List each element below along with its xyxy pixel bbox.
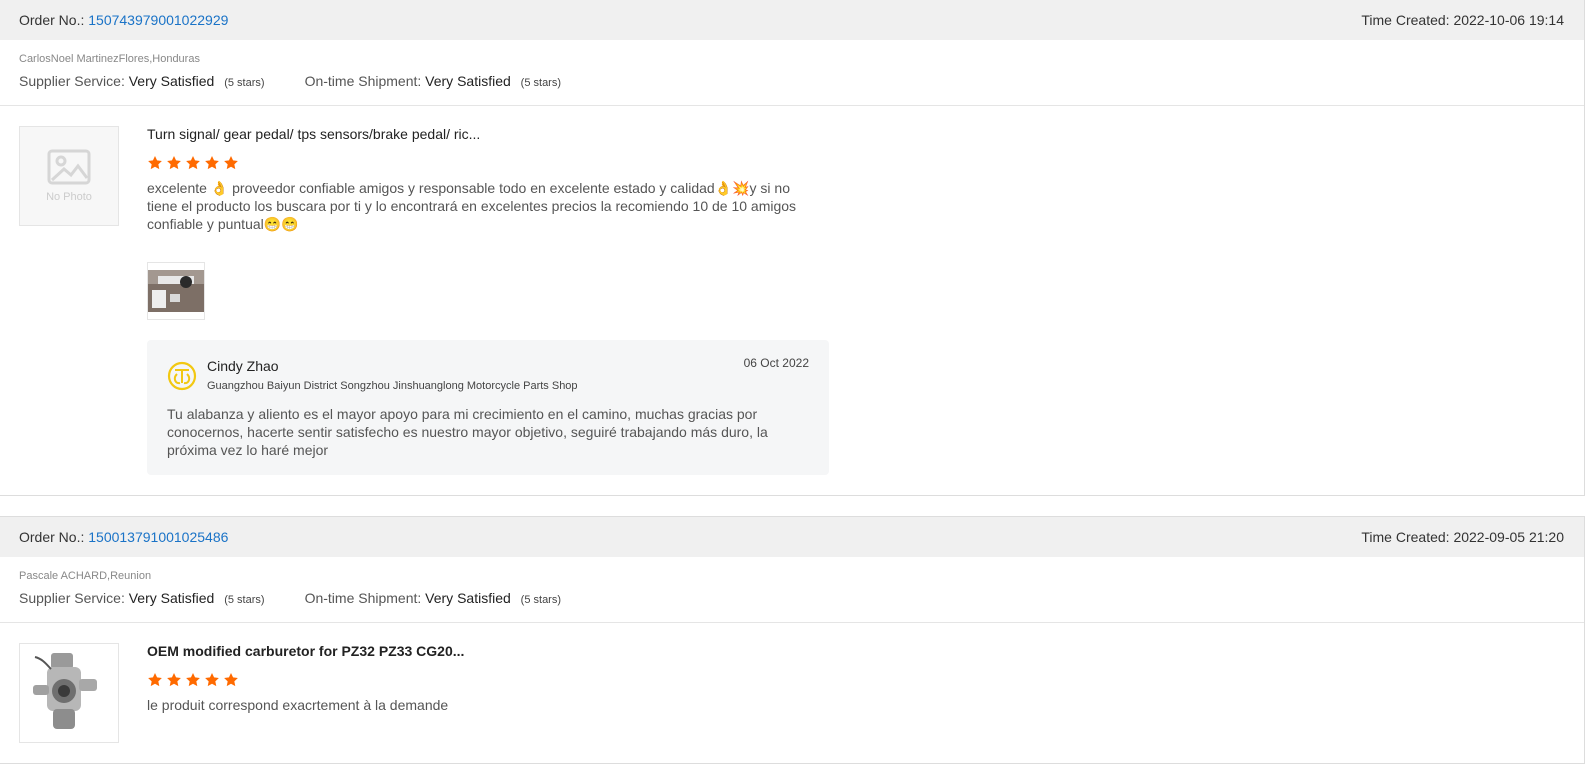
reply-header: Cindy Zhao Guangzhou Baiyun District Son… xyxy=(167,356,809,392)
star-icon xyxy=(224,673,238,687)
shipment-stars: (5 stars) xyxy=(520,594,562,606)
reply-text: Tu alabanza y aliento es el mayor apoyo … xyxy=(167,406,768,458)
star-icon xyxy=(205,156,219,170)
star-icon xyxy=(148,673,162,687)
shipment-label: On-time Shipment: xyxy=(304,590,422,606)
carburetor-photo xyxy=(21,645,117,741)
shipment-rating: On-time Shipment: Very Satisfied (5 star… xyxy=(305,590,561,606)
supplier-service-rating: Supplier Service: Very Satisfied (5 star… xyxy=(19,590,265,606)
buyer-section: Pascale ACHARD,Reunion Supplier Service:… xyxy=(0,557,1584,623)
order-header: Order No.: 150743979001022929 Time Creat… xyxy=(0,0,1584,40)
no-photo-icon xyxy=(47,149,91,185)
order-header: Order No.: 150013791001025486 Time Creat… xyxy=(0,517,1584,557)
order-number-link[interactable]: 150013791001025486 xyxy=(88,529,228,545)
ratings-row: Supplier Service: Very Satisfied (5 star… xyxy=(19,73,1565,89)
shipment-stars: (5 stars) xyxy=(520,77,562,89)
order-number-group: Order No.: 150013791001025486 xyxy=(19,529,228,545)
ratings-row: Supplier Service: Very Satisfied (5 star… xyxy=(19,590,1565,606)
product-title[interactable]: Turn signal/ gear pedal/ tps sensors/bra… xyxy=(147,126,829,142)
reply-date: 06 Oct 2022 xyxy=(743,356,809,370)
review-card: Order No.: 150013791001025486 Time Creat… xyxy=(0,517,1585,764)
order-label: Order No.: xyxy=(19,529,85,545)
order-label: Order No.: xyxy=(19,12,85,28)
time-created-value: 2022-09-05 21:20 xyxy=(1453,529,1564,545)
star-icon xyxy=(167,156,181,170)
star-rating xyxy=(147,155,829,171)
product-content: Turn signal/ gear pedal/ tps sensors/bra… xyxy=(147,126,829,475)
product-thumbnail[interactable] xyxy=(19,643,119,743)
supplier-service-value: Very Satisfied xyxy=(128,73,215,89)
supplier-service-stars: (5 stars) xyxy=(224,77,265,89)
star-icon xyxy=(186,156,200,170)
reply-shop-name[interactable]: Guangzhou Baiyun District Songzhou Jinsh… xyxy=(207,380,744,392)
review-card: Order No.: 150743979001022929 Time Creat… xyxy=(0,0,1585,496)
star-icon xyxy=(148,156,162,170)
review-photo-image xyxy=(148,270,204,312)
time-created-label: Time Created: xyxy=(1361,529,1450,545)
star-rating xyxy=(147,672,829,688)
star-icon xyxy=(186,673,200,687)
shipment-value: Very Satisfied xyxy=(425,590,511,606)
buyer-name: Pascale ACHARD,Reunion xyxy=(19,570,152,582)
shipment-label: On-time Shipment: xyxy=(304,73,422,89)
time-created-group: Time Created: 2022-10-06 19:14 xyxy=(1361,12,1564,28)
star-icon xyxy=(224,156,238,170)
time-created-group: Time Created: 2022-09-05 21:20 xyxy=(1361,529,1564,545)
card-separator xyxy=(0,496,1585,517)
time-created-value: 2022-10-06 19:14 xyxy=(1453,12,1564,28)
shipment-rating: On-time Shipment: Very Satisfied (5 star… xyxy=(305,73,561,89)
star-icon xyxy=(167,673,181,687)
product-section: OEM modified carburetor for PZ32 PZ33 CG… xyxy=(0,623,1584,763)
shipment-value: Very Satisfied xyxy=(425,73,511,89)
star-icon xyxy=(205,673,219,687)
supplier-service-stars: (5 stars) xyxy=(224,594,265,606)
review-text: excelente 👌 proveedor confiable amigos y… xyxy=(147,180,797,232)
supplier-service-label: Supplier Service: xyxy=(19,590,125,606)
supplier-service-label: Supplier Service: xyxy=(19,73,125,89)
product-title[interactable]: OEM modified carburetor for PZ32 PZ33 CG… xyxy=(147,643,829,659)
reply-info: Cindy Zhao Guangzhou Baiyun District Son… xyxy=(207,358,744,392)
review-photo[interactable] xyxy=(147,262,205,320)
buyer-name: CarlosNoel MartinezFlores,Honduras xyxy=(19,53,200,65)
order-number-group: Order No.: 150743979001022929 xyxy=(19,12,228,28)
order-number-link[interactable]: 150743979001022929 xyxy=(88,12,228,28)
supplier-reply: Cindy Zhao Guangzhou Baiyun District Son… xyxy=(147,340,829,475)
product-content: OEM modified carburetor for PZ32 PZ33 CG… xyxy=(147,643,829,743)
supplier-service-rating: Supplier Service: Very Satisfied (5 star… xyxy=(19,73,265,89)
review-text: le produit correspond exacrtement à la d… xyxy=(147,697,449,713)
product-thumbnail[interactable]: No Photo xyxy=(19,126,119,226)
shop-logo-icon xyxy=(167,361,197,391)
reply-author: Cindy Zhao xyxy=(207,358,279,374)
buyer-section: CarlosNoel MartinezFlores,Honduras Suppl… xyxy=(0,40,1584,106)
no-photo-label: No Photo xyxy=(46,191,92,203)
product-section: No Photo Turn signal/ gear pedal/ tps se… xyxy=(0,106,1584,495)
time-created-label: Time Created: xyxy=(1361,12,1450,28)
supplier-service-value: Very Satisfied xyxy=(128,590,215,606)
